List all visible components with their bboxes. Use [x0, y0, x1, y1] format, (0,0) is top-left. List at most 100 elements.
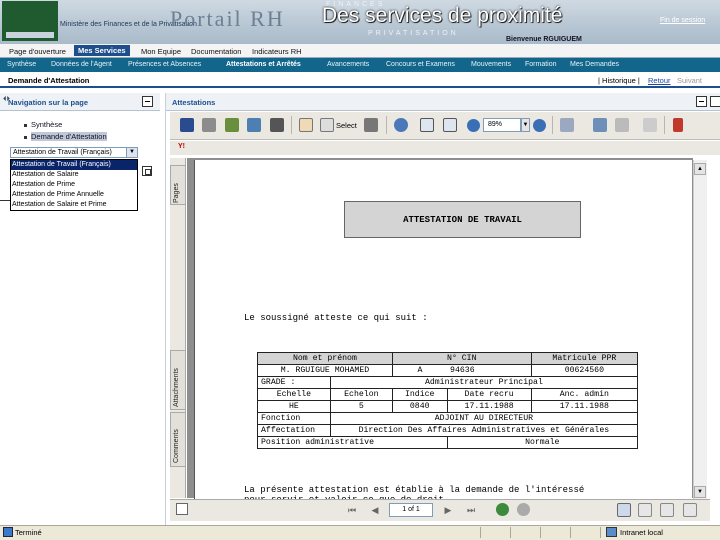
- history-link[interactable]: | Historique |: [598, 76, 640, 85]
- security-zone-text: Intranet local: [620, 528, 663, 537]
- zoom-out-icon[interactable]: [467, 119, 480, 132]
- previous-page-icon[interactable]: ◀: [368, 503, 382, 517]
- last-page-icon[interactable]: ⏭: [464, 503, 478, 517]
- subnav-synthese[interactable]: Synthèse: [7, 61, 36, 68]
- subnav-concours-examens[interactable]: Concours et Examens: [386, 61, 455, 68]
- right-panel-maximize-button[interactable]: [710, 96, 720, 107]
- continuous-facing-icon[interactable]: [683, 503, 697, 517]
- zoom-in-icon[interactable]: [394, 118, 408, 132]
- go-forward-icon[interactable]: [517, 503, 530, 516]
- status-separator: [510, 527, 511, 538]
- zoom-dropdown-icon[interactable]: ▼: [521, 118, 530, 132]
- right-panel-header: [166, 93, 720, 111]
- hand-tool-icon[interactable]: [299, 118, 313, 132]
- nav-item-page-ouverture[interactable]: Page d'ouverture: [9, 47, 66, 56]
- scroll-up-icon[interactable]: ▲: [694, 163, 706, 175]
- nav-link-demande-attestation[interactable]: Demande d'Attestation: [24, 132, 107, 141]
- review-icon[interactable]: [593, 118, 607, 132]
- subnav-avancements[interactable]: Avancements: [327, 61, 369, 68]
- page-layout-icon[interactable]: [560, 118, 574, 132]
- email-icon[interactable]: [247, 118, 261, 132]
- tab-comments[interactable]: Comments: [170, 412, 186, 467]
- dropdown-option[interactable]: Attestation de Salaire: [11, 170, 137, 180]
- toolbar-separator: [664, 116, 665, 134]
- dropdown-option[interactable]: Attestation de Travail (Français): [11, 160, 137, 170]
- table-header: Indice: [391, 388, 448, 401]
- nav-link-synthese[interactable]: Synthèse: [24, 120, 62, 129]
- table-cell: 00624560: [530, 364, 639, 377]
- nav-item-mes-services[interactable]: Mes Services: [74, 45, 130, 56]
- attestation-type-dropdown: Attestation de Travail (Français) Attest…: [10, 159, 138, 211]
- facing-icon[interactable]: [660, 503, 674, 517]
- tab-attachments[interactable]: Attachments: [170, 350, 186, 410]
- go-back-icon[interactable]: [496, 503, 509, 516]
- rotate-icon[interactable]: [615, 118, 629, 132]
- table-header: Matricule PPR: [530, 352, 639, 365]
- tab-label: Pages: [173, 183, 180, 203]
- select-cursor-icon[interactable]: [320, 118, 334, 132]
- binoculars-icon[interactable]: [270, 118, 284, 132]
- sub-nav: Synthèse Données de l'Agent Présences et…: [0, 58, 720, 72]
- table-header: Echelon: [329, 388, 393, 401]
- closing-line: La présente attestation est établie à la…: [244, 485, 585, 495]
- status-separator: [540, 527, 541, 538]
- subnav-attestations-arretes[interactable]: Attestations et Arrêtés: [226, 61, 301, 68]
- vertical-scrollbar[interactable]: [693, 160, 707, 500]
- dropdown-option[interactable]: Attestation de Prime Annuelle: [11, 190, 137, 200]
- nav-link-label: Synthèse: [31, 120, 63, 129]
- chevron-down-icon[interactable]: ▼: [126, 148, 137, 157]
- print-icon[interactable]: [202, 118, 216, 132]
- snapshot-icon[interactable]: [364, 118, 378, 132]
- dropdown-option[interactable]: Attestation de Prime: [11, 180, 137, 190]
- back-link[interactable]: Retour: [648, 76, 671, 85]
- table-cell: 0840: [391, 400, 448, 413]
- nav-item-indicateurs-rh[interactable]: Indicateurs RH: [252, 47, 302, 56]
- fit-width-icon[interactable]: [443, 118, 457, 132]
- ministry-logo: [2, 1, 58, 41]
- scroll-down-icon[interactable]: ▼: [694, 486, 706, 498]
- highlight-pen-icon[interactable]: [673, 118, 683, 132]
- zoom-in-circle-icon[interactable]: [533, 119, 546, 132]
- table-cell: 17.11.1988: [446, 400, 532, 413]
- subnav-formation[interactable]: Formation: [525, 61, 557, 68]
- subnav-donnees-agent[interactable]: Données de l'Agent: [51, 61, 112, 68]
- select-tool-label[interactable]: Select: [336, 121, 357, 130]
- nav-item-mon-equipe[interactable]: Mon Equipe: [141, 47, 181, 56]
- logout-link[interactable]: Fin de session: [660, 17, 705, 24]
- table-cell: M. RGUIGUE MOHAMED: [257, 364, 393, 377]
- tab-pages[interactable]: Pages: [170, 165, 186, 205]
- tab-label: Attachments: [173, 368, 180, 407]
- left-panel-minimize-button[interactable]: [142, 96, 153, 107]
- document-heading: ATTESTATION DE TRAVAIL: [344, 201, 581, 238]
- restore-icon[interactable]: [142, 166, 152, 176]
- ie-page-icon: [3, 527, 13, 537]
- document-icon[interactable]: [643, 118, 657, 132]
- page-indicator[interactable]: 1 of 1: [389, 503, 433, 517]
- table-cell: Normale: [446, 436, 639, 449]
- subnav-presences-absences[interactable]: Présences et Absences: [128, 61, 201, 68]
- first-page-icon[interactable]: ⏮: [345, 503, 359, 517]
- next-page-icon[interactable]: ▶: [441, 503, 455, 517]
- attestation-type-select[interactable]: Attestation de Travail (Français): [10, 147, 138, 158]
- table-cell: HE: [257, 400, 331, 413]
- zoom-level-field[interactable]: 89%: [483, 118, 521, 132]
- page-thumb-icon[interactable]: [176, 503, 188, 515]
- table-header: Echelle: [257, 388, 331, 401]
- subnav-mes-demandes[interactable]: Mes Demandes: [570, 61, 619, 68]
- table-label: Affectation: [257, 424, 331, 437]
- table-cell: Administrateur Principal: [329, 376, 639, 389]
- single-page-icon[interactable]: [617, 503, 631, 517]
- yahoo-search-icon[interactable]: Y!: [178, 143, 202, 153]
- right-panel-minimize-button[interactable]: [696, 96, 707, 107]
- page-title: Demande d'Attestation: [8, 76, 90, 85]
- fit-page-icon[interactable]: [420, 118, 434, 132]
- organizer-icon[interactable]: [225, 118, 239, 132]
- subnav-mouvements[interactable]: Mouvements: [471, 61, 511, 68]
- table-header: Anc. admin: [530, 388, 639, 401]
- continuous-icon[interactable]: [638, 503, 652, 517]
- dropdown-option[interactable]: Attestation de Salaire et Prime: [11, 200, 137, 210]
- table-label: GRADE :: [257, 376, 331, 389]
- next-link[interactable]: Suivant: [677, 76, 702, 85]
- save-icon[interactable]: [180, 118, 194, 132]
- nav-item-documentation[interactable]: Documentation: [191, 47, 241, 56]
